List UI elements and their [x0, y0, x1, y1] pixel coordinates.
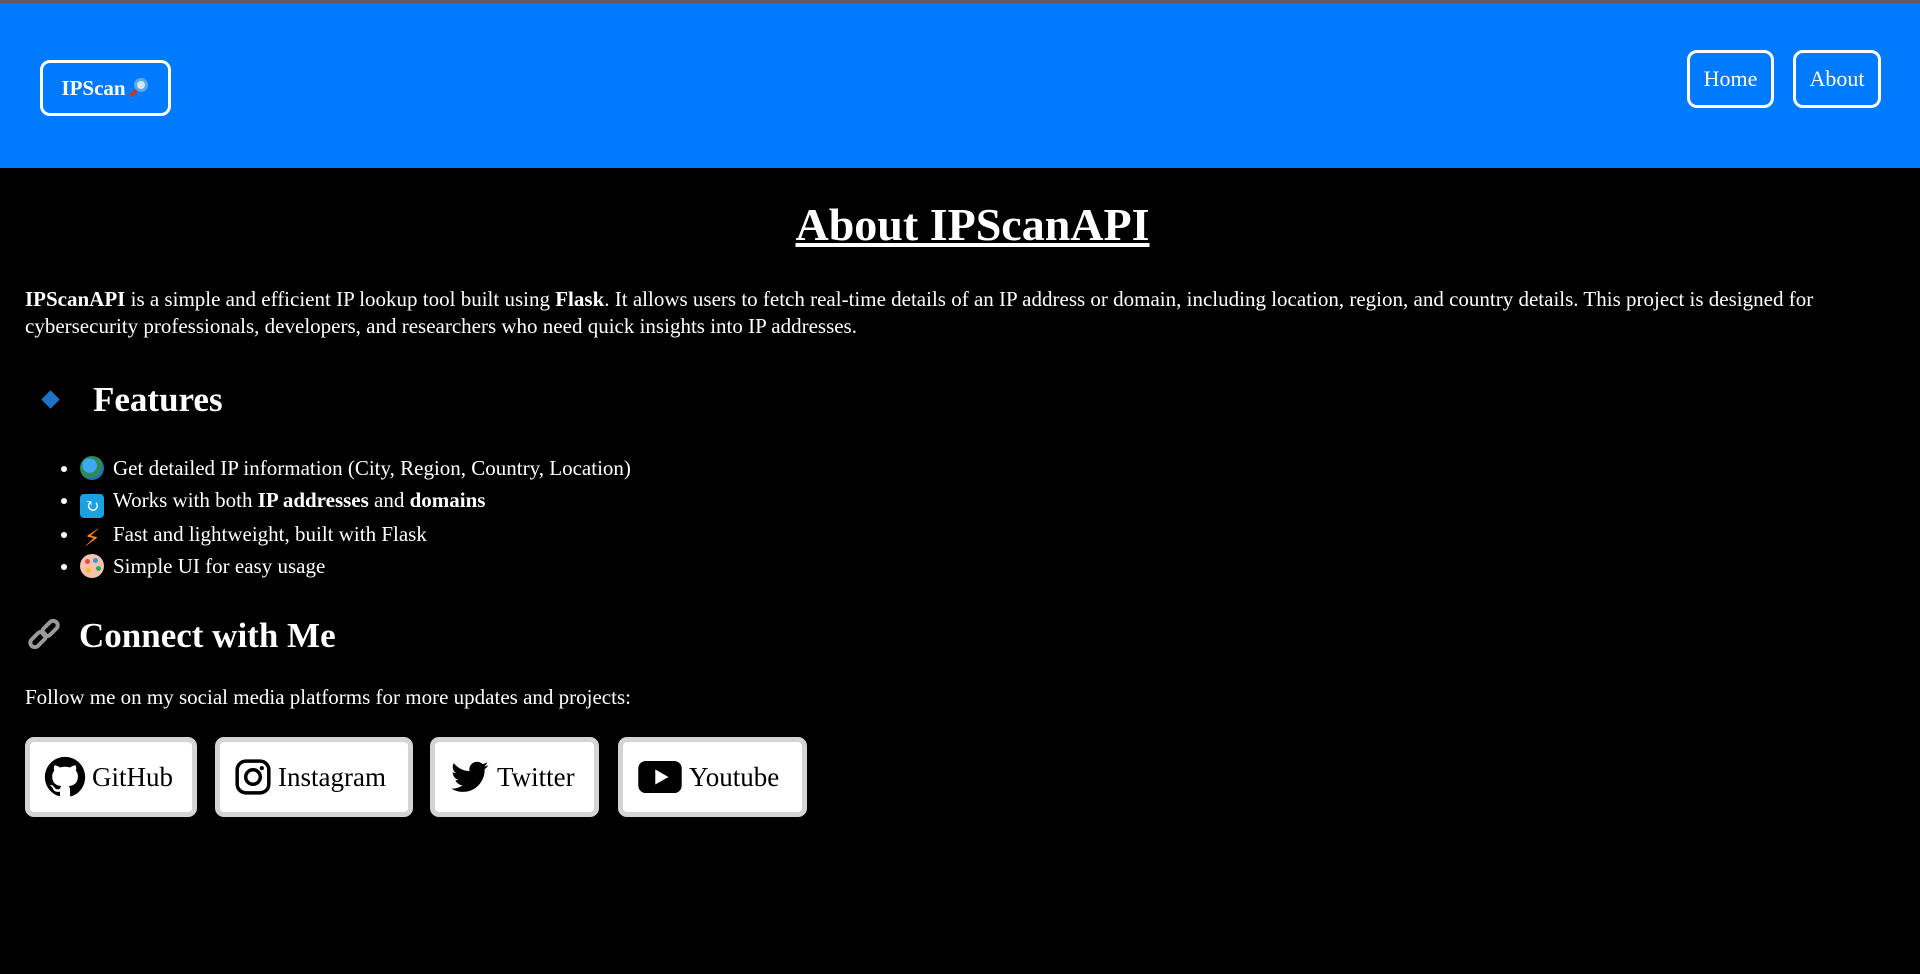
- logo-link[interactable]: IPScan: [40, 60, 171, 116]
- twitter-button[interactable]: Twitter: [430, 737, 599, 817]
- intro-bold-name: IPScanAPI: [25, 287, 126, 311]
- list-item: ⚡ Fast and lightweight, built with Flask: [80, 518, 631, 550]
- intro-bold-flask: Flask: [555, 287, 605, 311]
- navbar: IPScan Home About: [0, 3, 1920, 168]
- connect-heading-text: Connect with Me: [79, 615, 336, 655]
- magnifying-glass-icon: [128, 77, 150, 99]
- feature-text: Fast and lightweight, built with Flask: [113, 522, 427, 546]
- nav-home-button[interactable]: Home: [1687, 50, 1774, 108]
- arrows-icon: ↻: [80, 494, 104, 518]
- link-icon: [25, 616, 65, 653]
- nav-home-label: Home: [1703, 66, 1758, 91]
- instagram-label: Instagram: [278, 761, 386, 792]
- github-button[interactable]: GitHub: [25, 737, 197, 817]
- twitter-label: Twitter: [497, 761, 575, 792]
- feature-text: and: [368, 488, 410, 512]
- follow-text: Follow me on my social media platforms f…: [25, 685, 631, 709]
- globe-icon: [80, 456, 104, 480]
- feature-bold: IP addresses: [257, 488, 369, 512]
- page-title: About IPScanAPI: [795, 199, 1150, 250]
- features-heading: Features: [25, 382, 223, 417]
- nav-about-label: About: [1809, 66, 1865, 91]
- youtube-label: Youtube: [689, 761, 780, 792]
- github-label: GitHub: [92, 761, 173, 792]
- twitter-icon: [451, 761, 489, 792]
- intro-paragraph: IPScanAPI is a simple and efficient IP l…: [25, 286, 1895, 340]
- youtube-icon: [638, 760, 682, 794]
- intro-text-1: is a simple and efficient IP lookup tool…: [125, 287, 556, 311]
- blue-diamond-icon: [41, 390, 60, 409]
- lightning-icon: ⚡: [83, 524, 101, 552]
- github-icon: [44, 756, 86, 797]
- list-item: Get detailed IP information (City, Regio…: [80, 452, 631, 484]
- logo-text: IPScan: [61, 75, 126, 100]
- youtube-button[interactable]: Youtube: [618, 737, 807, 817]
- palette-icon: [80, 554, 104, 578]
- instagram-icon: [235, 759, 271, 795]
- feature-text: Simple UI for easy usage: [113, 554, 326, 578]
- list-item: ↻ Works with both IP addresses and domain…: [80, 484, 631, 518]
- features-list: Get detailed IP information (City, Regio…: [55, 452, 631, 582]
- features-heading-text: Features: [93, 380, 223, 419]
- feature-bold: domains: [409, 488, 486, 512]
- connect-heading: Connect with Me: [25, 615, 336, 655]
- nav-about-button[interactable]: About: [1793, 50, 1881, 108]
- list-item: Simple UI for easy usage: [80, 550, 631, 582]
- feature-text: Get detailed IP information (City, Regio…: [113, 456, 631, 480]
- instagram-button[interactable]: Instagram: [215, 737, 413, 817]
- feature-text: Works with both: [113, 488, 258, 512]
